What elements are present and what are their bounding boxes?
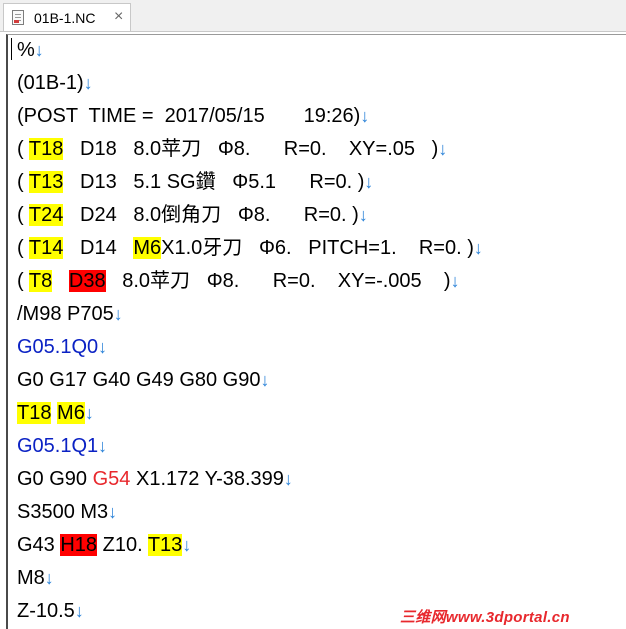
code-text: X1.0牙刀 Φ6. PITCH=1. R=0. ) <box>161 237 474 259</box>
code-text: ( <box>17 171 29 193</box>
code-text: ( <box>17 138 29 160</box>
line-break-arrow-icon: ↓ <box>34 40 44 60</box>
code-text: G0 G17 G40 G49 G80 G90 <box>17 369 261 391</box>
code-line: S3500 M3↓ <box>17 498 117 526</box>
code-line: ( T14 D14 M6X1.0牙刀 Φ6. PITCH=1. R=0. )↓ <box>17 234 483 262</box>
code-text: (POST TIME = 2017/05/15 19:26) <box>17 105 361 127</box>
code-text: % <box>17 39 35 61</box>
highlighted-token: T18 <box>17 402 52 424</box>
line-break-arrow-icon: ↓ <box>113 304 123 324</box>
tab-01b-1-nc[interactable]: 01B-1.NC × <box>3 3 131 31</box>
code-line: %↓ <box>17 36 44 64</box>
code-text: D14 <box>63 237 134 259</box>
highlighted-token: M6 <box>57 402 85 424</box>
text-caret <box>11 38 12 60</box>
highlighted-token: M6 <box>133 237 162 259</box>
highlighted-token: T14 <box>28 237 64 259</box>
line-break-arrow-icon: ↓ <box>283 469 293 489</box>
line-break-arrow-icon: ↓ <box>98 436 108 456</box>
highlighted-token: T18 <box>28 138 64 160</box>
highlighted-token: T24 <box>28 204 64 226</box>
code-line: G05.1Q1↓ <box>17 432 107 460</box>
code-line: (POST TIME = 2017/05/15 19:26)↓ <box>17 102 369 130</box>
line-break-arrow-icon: ↓ <box>74 601 84 621</box>
code-line: ( T8 D38 8.0苹刀 Φ8. R=0. XY=-.005 )↓ <box>17 267 460 295</box>
code-text: M8 <box>17 567 45 589</box>
close-icon[interactable]: × <box>114 7 123 27</box>
highlighted-token: D38 <box>68 270 106 292</box>
code-line: /M98 P705↓ <box>17 300 123 328</box>
code-text: G05.1Q1 <box>17 435 99 457</box>
line-break-arrow-icon: ↓ <box>364 172 374 192</box>
code-text: D18 8.0苹刀 Φ8. R=0. XY=.05 ) <box>63 138 439 160</box>
code-text: ( <box>17 237 29 259</box>
highlighted-token: T13 <box>28 171 64 193</box>
code-line: ( T13 D13 5.1 SG鑽 Φ5.1 R=0. )↓ <box>17 168 373 196</box>
code-text: D24 8.0倒角刀 Φ8. R=0. ) <box>63 204 359 226</box>
code-text: G0 G90 <box>17 468 93 490</box>
code-line: Z-10.5↓ <box>17 597 84 625</box>
line-break-arrow-icon: ↓ <box>473 238 483 258</box>
file-icon <box>12 10 24 25</box>
line-break-arrow-icon: ↓ <box>438 139 448 159</box>
code-line: G43 H18 Z10. T13↓ <box>17 531 191 559</box>
code-line: (01B-1)↓ <box>17 69 93 97</box>
code-text: (01B-1) <box>17 72 84 94</box>
tab-label: 01B-1.NC <box>34 10 96 26</box>
line-break-arrow-icon: ↓ <box>83 73 93 93</box>
line-break-arrow-icon: ↓ <box>358 205 368 225</box>
line-break-arrow-icon: ↓ <box>450 271 460 291</box>
watermark: 三维网www.3dportal.cn <box>400 609 570 626</box>
code-line: G05.1Q0↓ <box>17 333 107 361</box>
code-text: /M98 P705 <box>17 303 114 325</box>
line-break-arrow-icon: ↓ <box>108 502 118 522</box>
code-line: T18 M6↓ <box>17 399 94 427</box>
code-text: D13 5.1 SG鑽 Φ5.1 R=0. ) <box>63 171 365 193</box>
highlighted-token: H18 <box>60 534 98 556</box>
code-line: ( T24 D24 8.0倒角刀 Φ8. R=0. )↓ <box>17 201 368 229</box>
tab-bar: 01B-1.NC × <box>0 0 626 32</box>
line-break-arrow-icon: ↓ <box>360 106 370 126</box>
line-break-arrow-icon: ↓ <box>260 370 270 390</box>
line-break-arrow-icon: ↓ <box>44 568 54 588</box>
code-text: ( <box>17 270 29 292</box>
line-break-arrow-icon: ↓ <box>182 535 192 555</box>
code-text: ( <box>17 204 29 226</box>
highlighted-token: T8 <box>28 270 53 292</box>
line-break-arrow-icon: ↓ <box>84 403 94 423</box>
line-break-arrow-icon: ↓ <box>98 337 108 357</box>
code-text: X1.172 Y-38.399 <box>130 468 284 490</box>
code-text: Z-10.5 <box>17 600 75 622</box>
code-text: G43 <box>17 534 61 556</box>
code-text: G54 <box>92 468 131 490</box>
code-line: G0 G17 G40 G49 G80 G90↓ <box>17 366 269 394</box>
code-text: 8.0苹刀 Φ8. R=0. XY=-.005 ) <box>105 270 451 292</box>
code-text: S3500 M3 <box>17 501 109 523</box>
code-line: G0 G90 G54 X1.172 Y-38.399↓ <box>17 465 293 493</box>
highlighted-token: T13 <box>147 534 183 556</box>
code-line: M8↓ <box>17 564 54 592</box>
code-text: G05.1Q0 <box>17 336 99 358</box>
code-line: ( T18 D18 8.0苹刀 Φ8. R=0. XY=.05 )↓ <box>17 135 447 163</box>
code-text: Z10. <box>97 534 148 556</box>
